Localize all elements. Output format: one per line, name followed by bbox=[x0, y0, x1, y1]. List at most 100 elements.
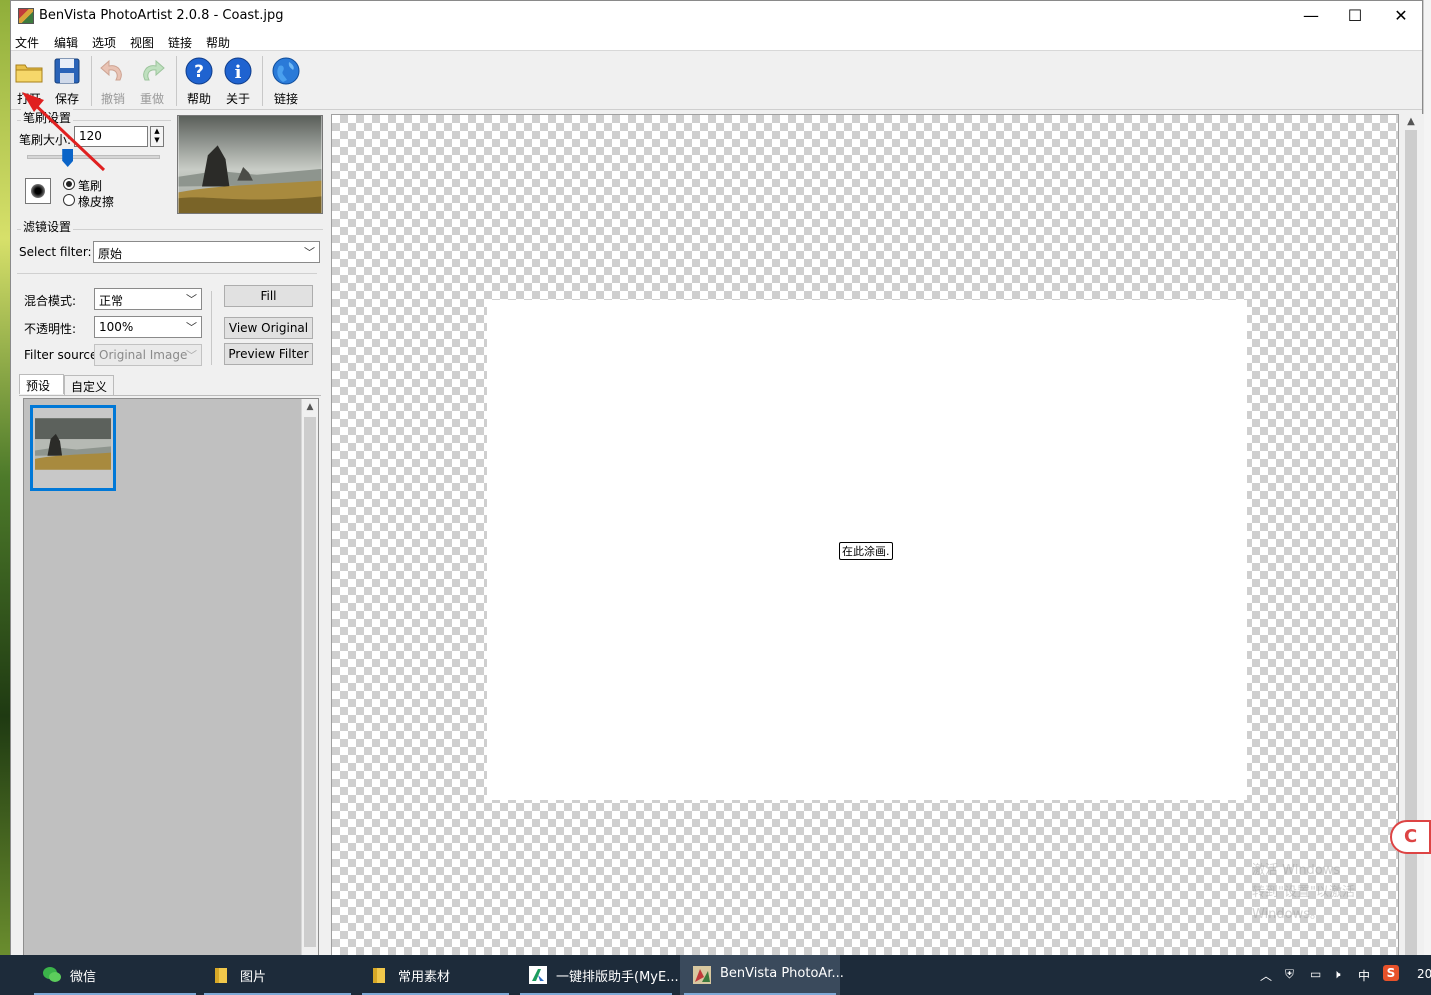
preset-gallery: ▲ bbox=[23, 398, 319, 956]
undo-label: 撤销 bbox=[100, 92, 125, 106]
brush-dot-icon bbox=[31, 184, 45, 198]
select-filter-dropdown[interactable]: 原始 ﹀ bbox=[93, 241, 320, 263]
filter-source-value: Original Image bbox=[99, 348, 188, 362]
divider bbox=[17, 273, 317, 274]
open-button[interactable]: 打开 bbox=[11, 56, 47, 108]
close-button[interactable]: ✕ bbox=[1378, 1, 1424, 31]
redo-button[interactable]: 重做 bbox=[134, 56, 170, 108]
about-label: 关于 bbox=[225, 92, 250, 106]
tab-custom[interactable]: 自定义 bbox=[64, 375, 114, 395]
desktop-background bbox=[0, 0, 10, 955]
toolbar: 打开 保存 撤销 重做 ? 帮助 i 关于 链接 bbox=[11, 52, 1422, 110]
menu-file[interactable]: 文件 bbox=[15, 34, 39, 51]
taskbar-label: 图片 bbox=[240, 970, 267, 985]
toolbar-separator bbox=[176, 56, 177, 106]
chevron-up-icon[interactable]: ︿ bbox=[1260, 967, 1272, 984]
maximize-button[interactable]: ☐ bbox=[1332, 1, 1378, 31]
wechat-icon bbox=[43, 967, 61, 982]
brush-size-input[interactable]: 120 bbox=[74, 126, 148, 147]
volume-icon[interactable]: 🕨 bbox=[1333, 967, 1341, 982]
brush-mode-label: 笔刷 bbox=[78, 179, 103, 193]
paint-hint-label: 在此涂画. bbox=[839, 542, 893, 560]
blend-mode-label: 混合模式: bbox=[24, 294, 77, 308]
watermark-line: 转到"设置"以激活 Windows。 bbox=[1252, 885, 1355, 922]
menu-options[interactable]: 选项 bbox=[92, 34, 116, 51]
image-thumbnail bbox=[177, 115, 323, 214]
canvas-viewport: 在此涂画. 激活 Windows 转到"设置"以激活 Windows。 ▲ bbox=[331, 114, 1424, 956]
undo-button[interactable]: 撤销 bbox=[95, 56, 131, 108]
taskbar-item-layout-helper[interactable]: 一键排版助手(MyE... bbox=[516, 955, 679, 995]
fill-button[interactable]: Fill bbox=[224, 285, 313, 307]
watermark-line: 激活 Windows bbox=[1252, 863, 1341, 878]
blend-mode-dropdown[interactable]: 正常 ﹀ bbox=[94, 288, 202, 310]
eraser-mode-radio[interactable] bbox=[63, 194, 75, 206]
svg-text:i: i bbox=[235, 62, 242, 83]
link-button[interactable]: 链接 bbox=[268, 56, 304, 108]
taskbar-label: 微信 bbox=[70, 970, 97, 985]
eraser-mode-label: 橡皮擦 bbox=[78, 195, 115, 209]
chevron-down-icon: ﹀ bbox=[186, 293, 197, 306]
title-bar: BenVista PhotoArtist 2.0.8 - Coast.jpg —… bbox=[11, 1, 1422, 31]
folder-icon bbox=[15, 64, 43, 83]
help-label: 帮助 bbox=[186, 92, 211, 106]
paint-canvas[interactable]: 在此涂画. bbox=[487, 300, 1247, 800]
taskbar-label: 常用素材 bbox=[398, 970, 451, 985]
taskbar-item-pictures[interactable]: 图片 bbox=[200, 955, 355, 995]
taskbar-item-wechat[interactable]: 微信 bbox=[30, 955, 200, 995]
taskbar-label: BenVista PhotoAr... bbox=[720, 966, 844, 981]
ime-indicator[interactable]: 中 bbox=[1358, 967, 1370, 984]
select-filter-label: Select filter: bbox=[19, 245, 92, 259]
network-icon[interactable]: ▭ bbox=[1310, 967, 1321, 981]
tab-presets[interactable]: 预设 bbox=[19, 374, 64, 394]
opacity-value: 100% bbox=[99, 320, 134, 334]
canvas-transparency-grid: 在此涂画. 激活 Windows 转到"设置"以激活 Windows。 bbox=[331, 114, 1399, 956]
taskbar-label: 一键排版助手(MyE... bbox=[556, 970, 679, 985]
brush-mode-radio[interactable] bbox=[63, 178, 75, 190]
about-button[interactable]: i 关于 bbox=[220, 56, 256, 108]
scroll-up-icon[interactable]: ▲ bbox=[302, 399, 318, 415]
clock[interactable]: 20 bbox=[1417, 967, 1431, 981]
preview-filter-button[interactable]: Preview Filter bbox=[224, 343, 313, 365]
sogou-icon[interactable]: S bbox=[1383, 965, 1399, 981]
divider bbox=[211, 291, 212, 365]
menu-edit[interactable]: 编辑 bbox=[54, 34, 78, 51]
taskbar-item-photoartist[interactable]: BenVista PhotoAr... bbox=[680, 955, 844, 995]
save-button[interactable]: 保存 bbox=[49, 56, 85, 108]
chevron-down-icon: ﹀ bbox=[186, 349, 197, 362]
floating-widget[interactable]: C bbox=[1390, 820, 1431, 854]
filter-source-dropdown[interactable]: Original Image ﹀ bbox=[94, 344, 202, 366]
redo-icon bbox=[143, 59, 165, 81]
preset-thumbnail bbox=[35, 418, 111, 470]
menu-view[interactable]: 视图 bbox=[130, 34, 154, 51]
view-original-button[interactable]: View Original bbox=[224, 317, 313, 339]
minimize-button[interactable]: — bbox=[1288, 1, 1334, 31]
menu-link[interactable]: 链接 bbox=[168, 34, 192, 51]
desktop-edge bbox=[1423, 0, 1431, 955]
brush-size-slider[interactable] bbox=[62, 149, 74, 167]
menu-help[interactable]: 帮助 bbox=[206, 34, 230, 51]
save-label: 保存 bbox=[54, 92, 79, 106]
floppy-icon bbox=[54, 58, 80, 84]
folder-icon bbox=[215, 968, 227, 983]
filter-settings-title: 滤镜设置 bbox=[21, 218, 74, 235]
brush-size-label: 笔刷大小: bbox=[19, 133, 72, 147]
preset-item[interactable] bbox=[30, 405, 116, 491]
brush-size-spinner[interactable]: ▲ ▼ bbox=[150, 126, 164, 147]
toolbar-separator bbox=[91, 56, 92, 106]
filter-source-label: Filter source: bbox=[24, 348, 102, 362]
folder-icon bbox=[373, 968, 385, 983]
opacity-dropdown[interactable]: 100% ﹀ bbox=[94, 316, 202, 338]
system-tray: ︿ ⛨ ▭ 🕨 中 S 20 bbox=[1255, 955, 1431, 995]
toolbar-separator bbox=[262, 56, 263, 106]
shield-icon[interactable]: ⛨ bbox=[1285, 967, 1294, 982]
layout-app-icon bbox=[529, 966, 547, 984]
scroll-up-icon[interactable]: ▲ bbox=[1403, 114, 1419, 130]
chevron-down-icon: ﹀ bbox=[186, 321, 197, 334]
scrollbar-thumb[interactable] bbox=[304, 417, 316, 947]
preset-scrollbar[interactable]: ▲ bbox=[301, 399, 318, 955]
help-button[interactable]: ? 帮助 bbox=[181, 56, 217, 108]
menu-bar: 文件 编辑 选项 视图 链接 帮助 bbox=[11, 31, 1422, 51]
info-icon: i bbox=[224, 57, 252, 85]
taskbar-item-materials[interactable]: 常用素材 bbox=[358, 955, 513, 995]
question-icon: ? bbox=[185, 57, 213, 85]
